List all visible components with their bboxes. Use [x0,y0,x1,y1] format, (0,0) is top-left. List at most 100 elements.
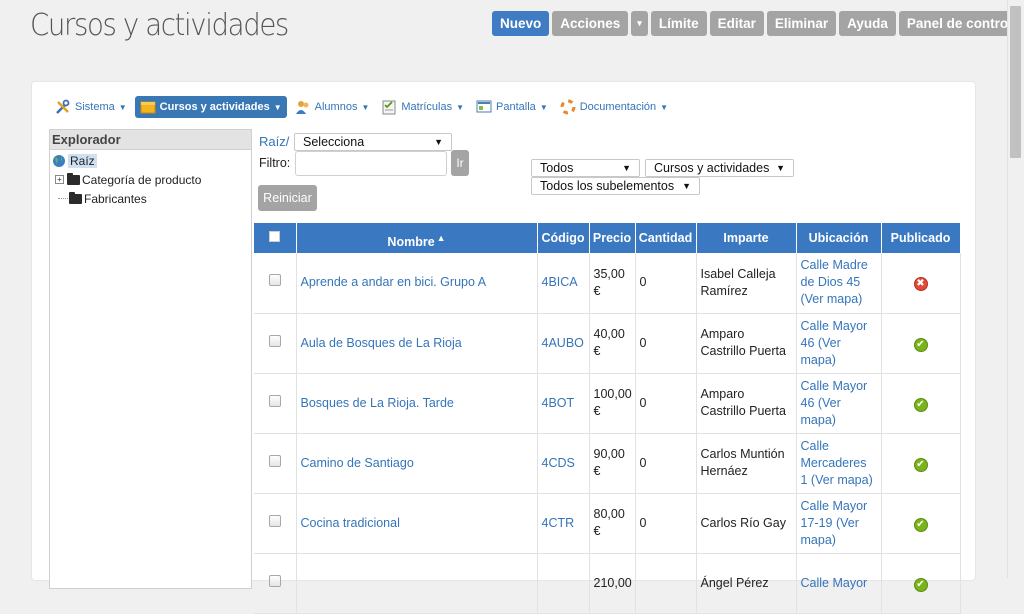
column-header-ubicacion[interactable]: Ubicación [796,223,882,253]
column-header-publicado[interactable]: Publicado [881,223,961,253]
column-header-precio[interactable]: Precio [589,223,636,253]
explorer-panel: Explorador Raíz + Categoría de producto … [49,129,252,589]
table-row[interactable]: Aprende a andar en bici. Grupo A 4BICA 35,… [254,253,961,314]
course-code-link[interactable]: 4BICA [537,253,590,314]
table-row[interactable]: Cocina tradicional 4CTR 80,00 €0 Carlos Río… [254,493,961,554]
path-select[interactable]: Selecciona ▼ [294,133,452,151]
course-location-link[interactable]: Calle Mayor 17-19 (Ver mapa) [796,493,882,554]
select-all-header[interactable] [254,223,297,253]
row-checkbox[interactable] [268,274,281,287]
tree-root[interactable]: Raíz [52,152,97,169]
unpublished-x-icon[interactable]: ✖ [913,277,928,292]
course-quantity: 0 [635,493,697,554]
tools-icon [55,99,71,115]
delete-button[interactable]: Eliminar [766,11,837,36]
published-check-icon[interactable]: ✔ [913,517,928,532]
course-name-link[interactable]: Cocina tradicional [296,493,538,554]
column-header-cantidad[interactable]: Cantidad [635,223,697,253]
chevron-down-icon: ▼ [361,102,370,112]
row-select-cell [254,553,297,614]
select-all-checkbox[interactable] [269,231,281,242]
lifebuoy-icon [560,99,576,115]
course-location-link[interactable]: Calle Mercaderes 1 (Ver mapa) [796,433,882,494]
vertical-scrollbar[interactable] [1007,0,1024,578]
menu-label: Matrículas [401,101,453,113]
limit-button[interactable]: Límite [650,11,707,36]
row-checkbox[interactable] [268,334,281,347]
folder-icon [67,172,80,185]
table-row[interactable]: Camino de Santiago 4CDS 90,00 €0 Carlos Mun… [254,433,961,494]
menu-label: Cursos y actividades [159,101,270,113]
column-header-codigo[interactable]: Código [537,223,590,253]
row-checkbox[interactable] [268,514,281,527]
menu-label: Documentación [579,101,657,113]
row-checkbox[interactable] [268,394,281,407]
chevron-down-icon: ▼ [434,137,443,147]
subelements-filter-select[interactable]: Todos los subelementos ▼ [531,177,700,195]
column-header-imparte[interactable]: Imparte [696,223,797,253]
category-filter-value: Cursos y actividades [654,161,770,175]
tree-item-label: Fabricantes [84,191,147,206]
users-icon [295,99,311,115]
table-row[interactable]: Bosques de La Rioja. Tarde 4BOT 100,00 €0 A… [254,373,961,434]
course-name-link[interactable]: Bosques de La Rioja. Tarde [296,373,538,434]
tree-item-categoria[interactable]: + Categoría de producto [55,171,201,188]
row-select-cell [254,253,297,314]
menu-alumnos[interactable]: Alumnos ▼ [291,96,374,118]
breadcrumb[interactable]: Raíz/ [259,134,289,149]
course-name-link[interactable] [296,553,538,614]
scrollbar-thumb[interactable] [1010,6,1021,158]
edit-button[interactable]: Editar [709,11,764,36]
go-button[interactable]: Ir [451,150,469,176]
course-location-link[interactable]: Calle Mayor 46 (Ver mapa) [796,313,882,374]
published-check-icon[interactable]: ✔ [913,397,928,412]
main-panel: Sistema ▼ Cursos y actividades ▼ Alumnos… [31,81,976,614]
filter-input[interactable] [295,151,447,176]
course-code-link[interactable] [537,553,590,614]
published-check-icon[interactable]: ✔ [913,457,928,472]
table-body: Aprende a andar en bici. Grupo A 4BICA 35,… [254,253,961,614]
category-filter-select[interactable]: Cursos y actividades ▼ [645,159,794,177]
published-check-icon[interactable]: ✔ [913,337,928,352]
course-code-link[interactable]: 4BOT [537,373,590,434]
course-location-link[interactable]: Calle Mayor [796,553,882,614]
course-name-link[interactable]: Aprende a andar en bici. Grupo A [296,253,538,314]
help-button[interactable]: Ayuda [839,11,896,36]
menu-cursos-actividades[interactable]: Cursos y actividades ▼ [134,96,287,118]
status-filter-select[interactable]: Todos ▼ [531,159,640,177]
menu-sistema[interactable]: Sistema ▼ [51,96,131,118]
menu-documentacion[interactable]: Documentación ▼ [556,96,672,118]
menu-label: Pantalla [496,101,536,113]
box-icon [140,99,156,115]
tree-root-label: Raíz [68,153,97,168]
course-location-link[interactable]: Calle Madre de Dios 45 (Ver mapa) [796,253,882,314]
course-quantity: 0 [635,313,697,374]
table-row[interactable]: Aula de Bosques de La Rioja 4AUBO 40,00 €0… [254,313,961,374]
chevron-down-icon: ▼ [118,102,127,112]
row-checkbox[interactable] [268,454,281,467]
published-check-icon[interactable]: ✔ [913,577,928,592]
course-quantity: 0 [635,253,697,314]
course-code-link[interactable]: 4CDS [537,433,590,494]
row-select-cell [254,493,297,554]
menu-matriculas[interactable]: Matrículas ▼ [377,96,468,118]
new-button[interactable]: Nuevo [492,11,550,36]
course-name-link[interactable]: Camino de Santiago [296,433,538,494]
chevron-down-icon: ▼ [660,102,669,112]
menu-pantalla[interactable]: Pantalla ▼ [472,96,552,118]
expand-icon[interactable]: + [55,175,64,184]
course-name-link[interactable]: Aula de Bosques de La Rioja [296,313,538,374]
course-quantity: 0 [635,433,697,494]
course-quantity [635,553,697,614]
row-checkbox[interactable] [268,574,281,587]
course-code-link[interactable]: 4CTR [537,493,590,554]
course-location-link[interactable]: Calle Mayor 46 (Ver mapa) [796,373,882,434]
tree-item-fabricantes[interactable]: Fabricantes [58,190,147,207]
actions-button[interactable]: Acciones [552,11,629,36]
course-code-link[interactable]: 4AUBO [537,313,590,374]
actions-dropdown-caret[interactable]: ▾ [631,11,648,36]
reset-button[interactable]: Reiniciar [258,185,317,211]
column-header-nombre[interactable]: Nombre ▲ [296,223,538,253]
control-panel-button[interactable]: Panel de control [898,11,1020,36]
table-row[interactable]: 210,00 Ángel Pérez Calle Mayor ✔ [254,553,961,614]
